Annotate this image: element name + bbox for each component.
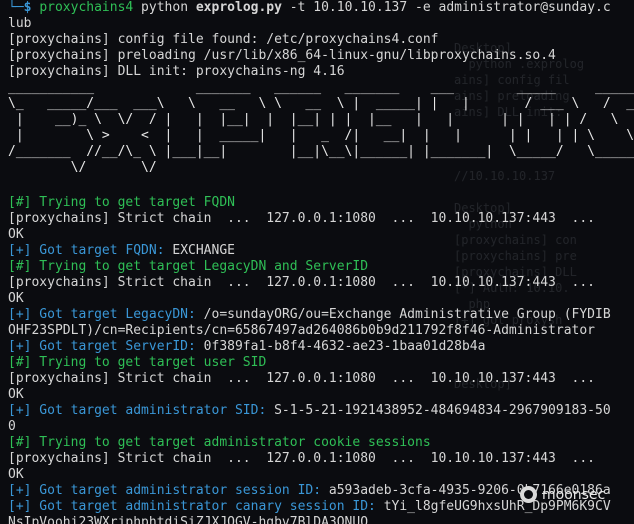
step-line: [#] Trying to get target administrator c… (8, 435, 431, 450)
command-python: python (133, 0, 196, 15)
command-wrap-line: lub (8, 16, 32, 31)
proxychains-preload-line: [proxychains] preloading /usr/lib/x86_64… (8, 48, 556, 63)
ghost-line: [proxychains] pre (454, 249, 577, 263)
step-line: [#] Trying to get target user SID (8, 355, 267, 370)
output-line: 0 (8, 419, 16, 434)
exprolog-ascii-banner: ___________ _______ ______ _______ ___ _… (8, 80, 634, 175)
watermark: moonsec (520, 486, 605, 503)
watermark-text: moonsec (542, 486, 606, 503)
result-value: S-1-5-21-1921438952-484694834-2967909183… (274, 403, 611, 418)
result-line: [+] Got target administrator SID: S-1-5-… (8, 403, 611, 419)
result-value: 0f389fa1-b8f4-4632-ae23-1baa01d28b4a (203, 339, 486, 354)
proxychains-dll-line: [proxychains] DLL init: proxychains-ng 4… (8, 64, 345, 79)
command-script: exprolog.py (195, 0, 282, 15)
result-value: EXCHANGE (172, 243, 235, 258)
proxychains-chain-line: [proxychains] Strict chain ... 127.0.0.1… (8, 211, 595, 226)
result-label: [+] Got target LegacyDN: (8, 307, 204, 322)
background-terminal-ghost: Desktop] python .exprolog ains] config fi… (454, 0, 634, 524)
output-line: OK (8, 387, 24, 402)
result-line: [+] Got target ServerID: 0f389fa1-b8f4-4… (8, 339, 485, 355)
command-program: proxychains4 (39, 0, 134, 15)
step-line: [#] Trying to get target FQDN (8, 195, 235, 210)
result-label: [+] Got target FQDN: (8, 243, 173, 258)
result-label: [+] Got target administrator session ID: (8, 483, 329, 498)
proxychains-chain-line: [proxychains] Strict chain ... 127.0.0.1… (8, 451, 595, 466)
proxychains-chain-line: [proxychains] Strict chain ... 127.0.0.1… (8, 371, 595, 386)
command-args: -t 10.10.10.137 -e administrator@sunday.… (281, 0, 611, 15)
prompt-corner: └─ (8, 0, 24, 15)
step-line: [#] Trying to get target LegacyDN and Se… (8, 259, 369, 274)
result-label: [+] Got target administrator SID: (8, 403, 275, 418)
output-line: NsIpVoohi23WXrjphphtdiSiZJXJQGV-hgbv7BlD… (8, 515, 369, 524)
output-line: OHF23SPDLT)/cn=Recipients/cn=65867497ad2… (8, 323, 595, 338)
ghost-line: [proxychains] con (454, 233, 577, 247)
output-line: OK (8, 467, 24, 482)
output-line: OK (8, 227, 24, 242)
result-line: [+] Got target LegacyDN: /o=sundayORG/ou… (8, 307, 611, 323)
result-label: [+] Got target ServerID: (8, 339, 204, 354)
command-prompt-line: └─$ proxychains4 python exprolog.py -t 1… (8, 0, 611, 16)
terminal-window[interactable]: Desktop] python .exprolog ains] config fi… (0, 0, 634, 524)
moonsec-logo-icon (520, 486, 537, 503)
result-label: [+] Got target administrator canary sess… (8, 499, 384, 514)
prompt-dollar: $ (23, 0, 40, 15)
proxychains-chain-line: [proxychains] Strict chain ... 127.0.0.1… (8, 275, 595, 290)
proxychains-config-line: [proxychains] config file found: /etc/pr… (8, 32, 439, 47)
output-line: OK (8, 291, 24, 306)
result-line: [+] Got target FQDN: EXCHANGE (8, 243, 235, 259)
result-value: /o=sundayORG/ou=Exchange Administrative … (203, 307, 611, 322)
